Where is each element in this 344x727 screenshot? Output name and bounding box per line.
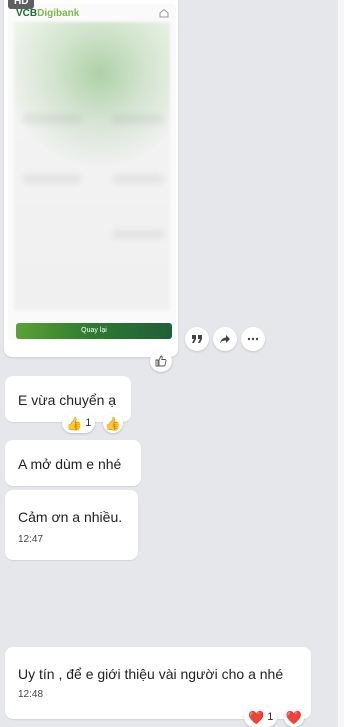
- message-time: 12:47: [18, 534, 44, 545]
- hd-badge: HD: [8, 0, 35, 9]
- back-button: Quay lại: [16, 323, 172, 339]
- thumbs-up-icon: 👍: [104, 415, 122, 431]
- add-reaction-button[interactable]: ❤️: [284, 707, 304, 727]
- blurred-content: [112, 229, 164, 239]
- message-text: A mở dùm e nhé: [18, 456, 122, 472]
- blurred-content: [112, 114, 164, 124]
- blurred-content: [112, 174, 164, 184]
- reaction-summary[interactable]: 👍 1: [62, 413, 96, 433]
- message-text: Uy tín , để e giới thiệu vài người cho a…: [18, 666, 284, 682]
- reaction-summary[interactable]: ❤️ 1: [244, 707, 278, 727]
- blurred-content: [22, 114, 82, 124]
- vcb-logo: VCBDigibank: [16, 8, 79, 19]
- message-text: E vừa chuyển ạ: [18, 392, 117, 408]
- thumbs-up-icon: 👍: [66, 415, 83, 431]
- blurred-content: [22, 174, 82, 184]
- blurred-content: [14, 22, 170, 310]
- add-reaction-button[interactable]: 👍: [103, 413, 123, 433]
- vcb-brand-suffix: Digibank: [37, 8, 80, 19]
- message-time: 12:48: [18, 689, 44, 700]
- quote-icon[interactable]: [185, 327, 209, 351]
- reaction-count: 1: [85, 417, 92, 429]
- home-icon: [159, 8, 169, 18]
- reaction-count: 1: [267, 711, 274, 723]
- heart-icon: ❤️: [285, 709, 303, 725]
- vcb-brand: VCB: [16, 8, 38, 19]
- shared-screenshot[interactable]: VCBDigibank Quay lại: [8, 4, 176, 340]
- more-icon[interactable]: [241, 327, 265, 351]
- message-text: Cảm ơn a nhiều.: [18, 509, 123, 525]
- message-bubble[interactable]: A mở dùm e nhé: [5, 440, 141, 486]
- share-icon[interactable]: [213, 327, 237, 351]
- image-message[interactable]: VCBDigibank Quay lại: [4, 0, 178, 357]
- scrollbar-track[interactable]: [338, 0, 344, 727]
- heart-icon: ❤️: [248, 709, 265, 725]
- thumbs-up-icon[interactable]: [150, 350, 172, 372]
- message-bubble[interactable]: Cảm ơn a nhiều. 12:47: [5, 490, 138, 560]
